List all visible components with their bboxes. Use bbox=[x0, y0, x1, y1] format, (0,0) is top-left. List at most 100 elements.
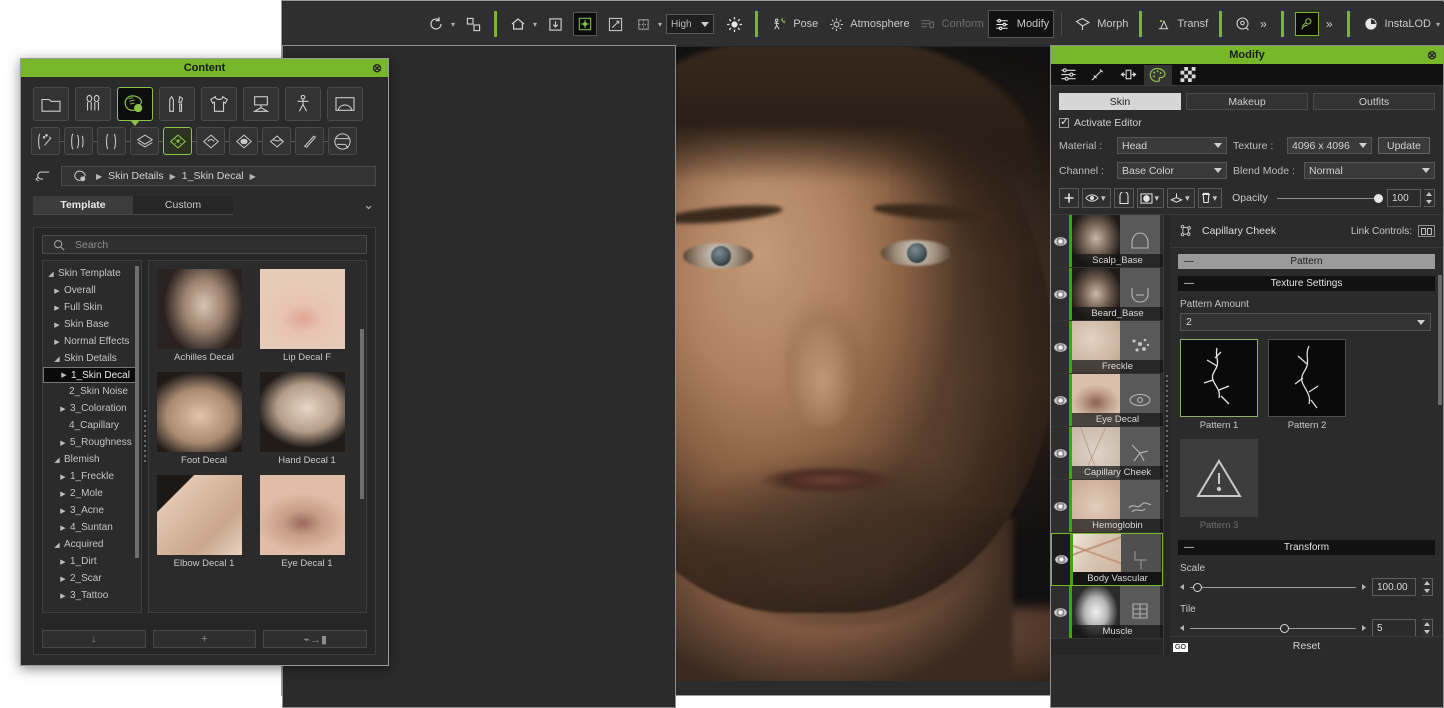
merge-layer-button[interactable]: ▾ bbox=[1167, 188, 1195, 208]
breadcrumb-segment-2[interactable]: 1_Skin Decal bbox=[182, 170, 244, 182]
twisty-closed-icon[interactable]: ▶ bbox=[59, 592, 67, 600]
add-button[interactable]: + bbox=[152, 630, 257, 648]
layer-visibility-toggle[interactable] bbox=[1051, 395, 1069, 405]
twisty-closed-icon[interactable]: ▶ bbox=[53, 287, 61, 295]
toolbar-animation-button[interactable]: » bbox=[1229, 10, 1274, 38]
content-category-skin[interactable] bbox=[117, 87, 153, 121]
tree-item-1-freckle[interactable]: ▶ 1_Freckle bbox=[43, 468, 141, 485]
layer-row-body-vascular[interactable]: Body Vascular bbox=[1051, 533, 1163, 586]
slider-left-arrow-icon[interactable] bbox=[1180, 584, 1184, 590]
thumbnail-item-hand-decal-1[interactable]: Hand Decal 1 bbox=[260, 372, 354, 466]
thumbnail-item-foot-decal[interactable]: Foot Decal bbox=[157, 372, 251, 466]
add-layer-button[interactable] bbox=[1059, 188, 1079, 208]
twisty-closed-icon[interactable]: ▶ bbox=[59, 558, 67, 566]
toolbar-conform-button[interactable]: Conform bbox=[914, 10, 988, 38]
tree-item-4-capillary[interactable]: 4_Capillary bbox=[43, 417, 141, 434]
chevron-down-icon[interactable]: ▾ bbox=[1183, 193, 1192, 204]
tile-value-input[interactable]: 5 bbox=[1372, 619, 1416, 637]
layer-mask-button[interactable]: ▾ bbox=[1136, 188, 1165, 208]
material-select[interactable]: Head bbox=[1117, 137, 1227, 154]
layer-visibility-button[interactable]: ▾ bbox=[1082, 188, 1111, 208]
content-category-prop[interactable] bbox=[243, 87, 279, 121]
subcategory-sculpt-detail[interactable] bbox=[31, 127, 60, 155]
tab-template[interactable]: Template bbox=[33, 196, 133, 215]
duplicate-layer-button[interactable] bbox=[1113, 188, 1134, 208]
layer-visibility-toggle[interactable] bbox=[1051, 607, 1069, 617]
twisty-open-icon[interactable]: ◢ bbox=[53, 355, 61, 363]
twisty-open-icon[interactable]: ◢ bbox=[53, 541, 61, 549]
twisty-open-icon[interactable]: ◢ bbox=[47, 270, 55, 278]
toolbar-transform-button[interactable]: Transf bbox=[1149, 10, 1212, 38]
tree-item-2-scar[interactable]: ▶ 2_Scar bbox=[43, 570, 141, 587]
slider-right-arrow-icon[interactable] bbox=[1362, 584, 1366, 590]
tree-item-full-skin[interactable]: ▶ Full Skin bbox=[43, 299, 141, 316]
subcategory-skin-layers[interactable] bbox=[130, 127, 159, 155]
pattern-3-item[interactable]: Pattern 3 bbox=[1180, 439, 1258, 531]
subcategory-misc[interactable] bbox=[328, 127, 357, 155]
chevron-circle-down-icon[interactable]: ⌄ bbox=[363, 197, 374, 213]
twisty-closed-icon[interactable]: ▶ bbox=[53, 321, 61, 329]
layer-visibility-toggle[interactable] bbox=[1051, 501, 1069, 511]
layer-row-capillary-cheek[interactable]: Capillary Cheek bbox=[1051, 427, 1163, 480]
pattern-2-item[interactable]: GO Pattern 2 bbox=[1173, 339, 1346, 652]
layer-visibility-toggle[interactable] bbox=[1052, 555, 1070, 564]
breadcrumb-segment-1[interactable]: Skin Details bbox=[108, 170, 163, 182]
toolbar-home-button[interactable]: ▾ bbox=[504, 10, 541, 38]
tree-item-5-roughness[interactable]: ▶ 5_Roughness bbox=[43, 434, 141, 451]
scale-stepper[interactable] bbox=[1422, 578, 1433, 596]
layer-row-freckle[interactable]: Freckle bbox=[1051, 321, 1163, 374]
toolbar-light-button[interactable] bbox=[720, 10, 748, 38]
activate-editor-checkbox-row[interactable]: Activate Editor bbox=[1059, 115, 1435, 129]
tile-slider-knob[interactable] bbox=[1279, 623, 1289, 633]
content-category-character[interactable] bbox=[75, 87, 111, 121]
toolbar-morph-button[interactable]: Morph bbox=[1069, 10, 1132, 38]
opacity-stepper[interactable] bbox=[1424, 189, 1435, 207]
double-chevron-icon[interactable]: » bbox=[1323, 17, 1336, 31]
tree-item-3-acne[interactable]: ▶ 3_Acne bbox=[43, 502, 141, 519]
blend-mode-select[interactable]: Normal bbox=[1304, 162, 1435, 179]
subcategory-coloration[interactable] bbox=[229, 127, 258, 155]
opacity-slider-knob[interactable] bbox=[1374, 193, 1383, 203]
apply-to-button[interactable]: ⌁→▮ bbox=[263, 630, 368, 648]
subcategory-normal-effects[interactable] bbox=[196, 127, 225, 155]
close-icon[interactable]: ⊗ bbox=[372, 61, 382, 75]
toolbar-modify-button[interactable]: Modify bbox=[987, 10, 1055, 38]
opacity-slider[interactable] bbox=[1276, 193, 1383, 203]
tree-scrollbar[interactable] bbox=[135, 266, 139, 558]
tree-item-3-tattoo[interactable]: ▶ 3_Tattoo bbox=[43, 587, 141, 604]
reset-button[interactable]: Reset bbox=[1170, 636, 1443, 655]
layer-visibility-toggle[interactable] bbox=[1051, 236, 1069, 246]
layer-row-muscle[interactable]: Muscle bbox=[1051, 586, 1163, 639]
toolbar-character-creator-button[interactable]: » bbox=[1291, 10, 1340, 38]
twisty-closed-icon[interactable]: ▶ bbox=[59, 507, 67, 515]
thumbnail-grid-scrollbar[interactable] bbox=[360, 329, 364, 499]
section-pattern-header[interactable]: — Pattern bbox=[1178, 254, 1435, 269]
tile-slider[interactable] bbox=[1190, 623, 1356, 633]
content-category-motion[interactable] bbox=[285, 87, 321, 121]
toolbar-move-gizmo-button[interactable] bbox=[569, 10, 601, 38]
subcategory-skin-details[interactable] bbox=[163, 127, 192, 155]
segment-makeup[interactable]: Makeup bbox=[1186, 93, 1308, 110]
toolbar-frame-down-button[interactable] bbox=[541, 10, 569, 38]
search-input[interactable]: Search bbox=[42, 235, 367, 254]
layer-visibility-toggle[interactable] bbox=[1051, 342, 1069, 352]
modify-tab-attribute[interactable] bbox=[1054, 65, 1082, 85]
thumbnail-item-achilles-decal[interactable]: Achilles Decal bbox=[157, 269, 251, 363]
layer-row-beard-base[interactable]: Beard_Base bbox=[1051, 268, 1163, 321]
twisty-closed-icon[interactable]: ▶ bbox=[53, 338, 61, 346]
subcategory-blemish[interactable] bbox=[262, 127, 291, 155]
close-icon[interactable]: ⊗ bbox=[1427, 48, 1437, 62]
layer-visibility-toggle[interactable] bbox=[1051, 289, 1069, 299]
layer-row-scalp-base[interactable]: Scalp_Base bbox=[1051, 215, 1163, 268]
tree-item-skin-template[interactable]: ◢ Skin Template bbox=[43, 265, 141, 282]
download-button[interactable]: ↓ bbox=[42, 630, 146, 648]
activate-editor-checkbox[interactable] bbox=[1059, 115, 1069, 128]
twisty-closed-icon[interactable]: ▶ bbox=[53, 304, 61, 312]
tree-item-2-skin-noise[interactable]: 2_Skin Noise bbox=[43, 383, 141, 400]
link-boxes-icon[interactable] bbox=[1418, 225, 1435, 237]
update-button[interactable]: Update bbox=[1378, 137, 1430, 154]
modify-tab-adjust[interactable] bbox=[1114, 65, 1142, 85]
layer-visibility-toggle[interactable] bbox=[1051, 448, 1069, 458]
channel-select[interactable]: Base Color bbox=[1117, 162, 1227, 179]
twisty-closed-icon[interactable]: ▶ bbox=[59, 439, 67, 447]
